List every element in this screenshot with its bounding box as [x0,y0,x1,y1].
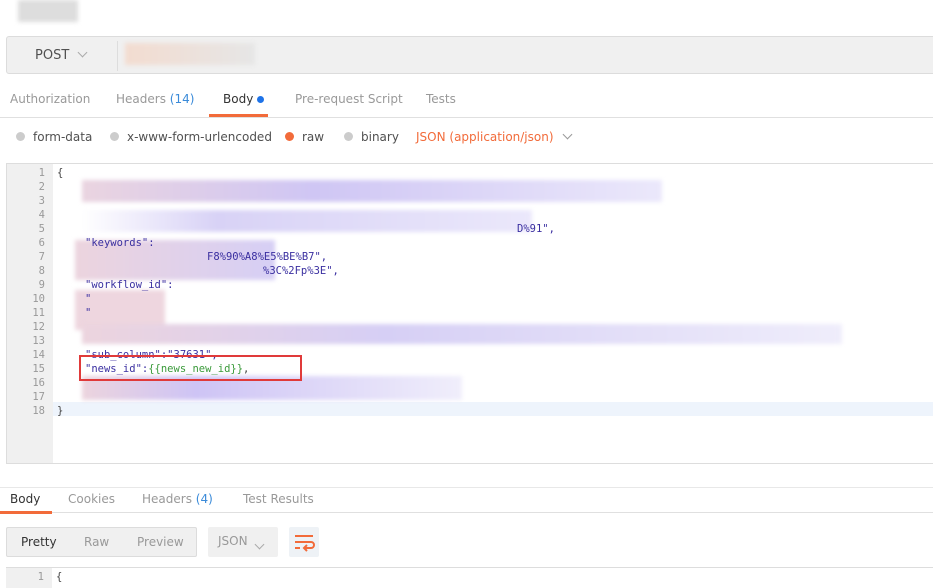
method-select[interactable]: POST [35,47,88,63]
line-number: 14 [32,349,45,361]
response-tabs: Body Cookies Headers (4) Test Results [0,487,933,514]
line-number: 7 [38,251,45,263]
line-number: 1 [38,167,45,179]
line-number: 2 [38,181,45,193]
line-number: 16 [32,377,45,389]
tab-authorization[interactable]: Authorization [10,92,90,106]
line-number: 15 [32,363,45,375]
radio-binary[interactable]: binary [344,130,399,144]
chevron-down-icon [77,47,88,58]
active-line [53,402,933,416]
wrap-lines-button[interactable] [289,527,319,557]
request-tabs: Authorization Headers (14) Body Pre-requ… [0,88,933,118]
line-number: 17 [32,391,45,403]
redacted-block [82,210,532,232]
redacted-block [82,324,842,344]
response-body-editor[interactable]: 1 { [6,567,933,588]
line-number: 11 [32,307,45,319]
line-number: 13 [32,335,45,347]
line-number: 18 [32,405,45,417]
content-type-select[interactable]: JSON (application/json) [416,129,572,144]
highlight-box [79,355,302,381]
response-tab-headers[interactable]: Headers (4) [142,492,213,506]
line-number: 6 [38,237,45,249]
line-number: 12 [32,321,45,333]
tab-headers[interactable]: Headers (14) [116,92,194,106]
response-tab-cookies[interactable]: Cookies [68,492,115,506]
tab-body[interactable]: Body [223,92,265,106]
redacted-title [18,0,78,22]
method-divider [117,41,118,71]
line-number: 9 [38,279,45,291]
tab-tests[interactable]: Tests [426,92,456,106]
line-gutter: 1 2 3 4 5 6 7 8 9 10 11 12 13 14 15 16 17 18 [7,164,53,463]
radio-raw[interactable]: raw [285,130,324,144]
line-number: 4 [38,209,45,221]
line-number: 10 [32,293,45,305]
tab-pre-request-script[interactable]: Pre-request Script [295,92,403,106]
line-number: 5 [38,223,45,235]
view-mode-toggle: Pretty Raw Preview [6,527,197,557]
wrap-icon [295,535,315,552]
radio-form-data[interactable]: form-data [16,130,92,144]
request-body-editor[interactable]: 1 2 3 4 5 6 7 8 9 10 11 12 13 14 15 16 17 18 { D%91", "ke… [6,163,933,464]
view-pretty[interactable]: Pretty [21,535,57,549]
redacted-block [82,180,662,202]
modified-dot-icon [257,96,265,103]
response-tab-test-results[interactable]: Test Results [243,492,314,506]
radio-urlencoded[interactable]: x-www-form-urlencoded [110,130,272,144]
line-number: 8 [38,265,45,277]
redacted-url[interactable] [125,43,255,65]
chevron-down-icon [562,129,572,140]
response-tab-body[interactable]: Body [10,492,40,506]
chevron-down-icon [254,539,265,550]
format-select[interactable]: JSON [208,527,278,557]
view-preview[interactable]: Preview [137,535,184,549]
url-bar: POST [6,36,933,74]
active-tab-indicator [0,511,52,514]
view-raw[interactable]: Raw [84,535,109,549]
active-tab-indicator [209,114,268,117]
line-number: 3 [38,195,45,207]
